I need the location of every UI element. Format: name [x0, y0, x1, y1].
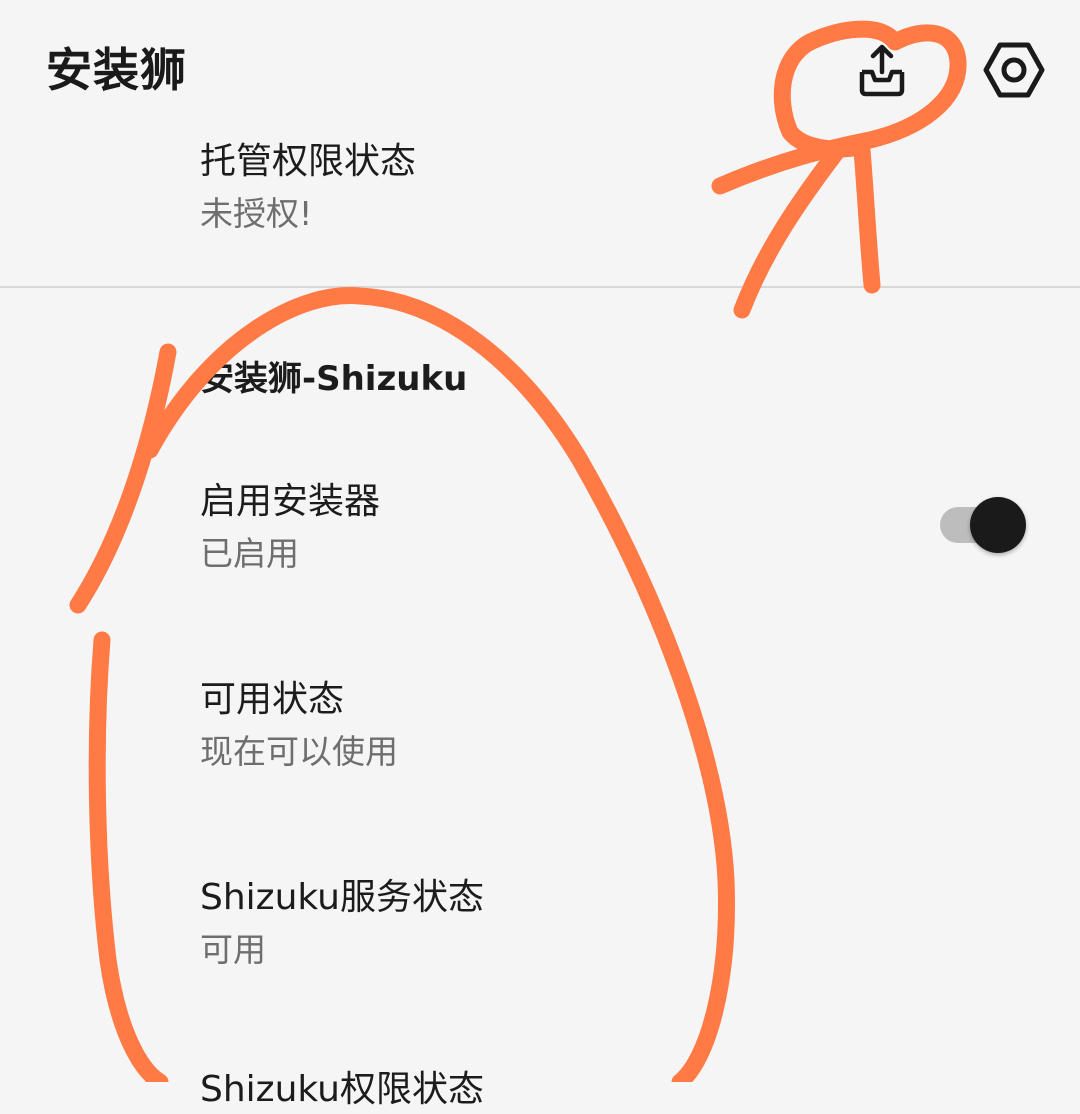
- shizuku-permission-title: Shizuku权限状态: [200, 1069, 484, 1110]
- category-title: 安装狮-Shizuku: [200, 359, 468, 399]
- divider: [0, 286, 1080, 288]
- annotation-tail-right: [853, 141, 881, 294]
- enable-installer-title: 启用安装器: [200, 481, 381, 522]
- shizuku-service-status-item[interactable]: Shizuku服务状态 可用: [200, 874, 484, 972]
- export-button[interactable]: [840, 28, 924, 112]
- availability-title: 可用状态: [200, 679, 345, 720]
- managed-permission-summary: 未授权!: [200, 194, 313, 233]
- managed-permission-status[interactable]: 托管权限状态 未授权!: [200, 138, 416, 236]
- settings-gear-icon: [983, 42, 1045, 98]
- app-bar: 安装狮: [0, 0, 1080, 140]
- enable-installer-switch[interactable]: [938, 497, 1030, 553]
- shizuku-service-title: Shizuku服务状态: [200, 877, 484, 918]
- hand-drawn-annotation: [69, 20, 967, 1082]
- managed-permission-title: 托管权限状态: [200, 141, 417, 182]
- switch-thumb: [970, 497, 1026, 553]
- app-title: 安装狮: [46, 43, 187, 97]
- enable-installer-summary: 已启用: [200, 534, 299, 573]
- availability-status-item[interactable]: 可用状态 现在可以使用: [200, 676, 398, 774]
- availability-summary: 现在可以使用: [200, 732, 398, 771]
- enable-installer-item[interactable]: 启用安装器 已启用: [200, 478, 380, 576]
- shizuku-service-summary: 可用: [200, 930, 266, 969]
- shizuku-permission-status-item[interactable]: Shizuku权限状态: [200, 1066, 484, 1114]
- export-tray-icon: [859, 44, 905, 97]
- settings-button[interactable]: [972, 28, 1056, 112]
